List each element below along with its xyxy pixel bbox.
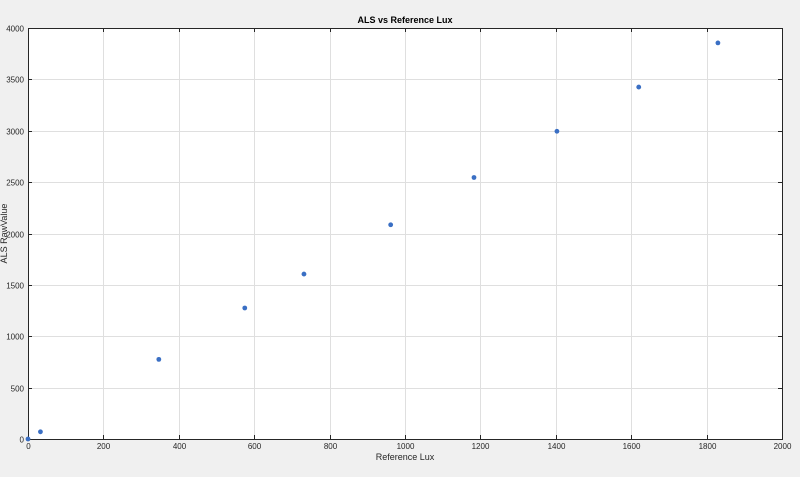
y-tick-label: 4000 xyxy=(6,25,24,34)
x-tick-label: 1600 xyxy=(623,442,641,451)
y-tick-label: 500 xyxy=(11,385,25,394)
y-tick-label: 3000 xyxy=(6,128,24,137)
data-point xyxy=(301,271,307,277)
x-tick-label: 1400 xyxy=(548,442,566,451)
x-tick-label: 800 xyxy=(324,442,338,451)
data-point xyxy=(471,175,477,180)
x-tick-label: 400 xyxy=(173,442,187,451)
x-tick-label: 2000 xyxy=(774,442,792,451)
figure-window: 0 200 400 600 800 1000 1200 1400 1600 1800 2000 0 50… xyxy=(0,0,800,477)
data-point xyxy=(38,429,43,435)
data-point xyxy=(636,84,642,90)
x-tick-label: 0 xyxy=(26,442,31,451)
y-tick-label: 3500 xyxy=(6,76,24,85)
x-axis-label: Reference Lux xyxy=(376,452,435,462)
y-tick-label: 2500 xyxy=(6,179,24,188)
data-point xyxy=(554,128,560,134)
data-point xyxy=(242,305,248,311)
x-tick-label: 200 xyxy=(97,442,111,451)
data-point xyxy=(25,436,31,442)
y-axis-label: ALS RawValue xyxy=(0,204,9,264)
data-point xyxy=(156,356,162,362)
y-tick-label: 1000 xyxy=(6,333,24,342)
y-tick-label: 0 xyxy=(20,436,25,445)
x-tick-label: 1000 xyxy=(397,442,415,451)
data-point xyxy=(388,222,394,228)
scatter-chart: 0 200 400 600 800 1000 1200 1400 1600 1800 2000 0 50… xyxy=(0,15,792,462)
y-tick-label: 1500 xyxy=(6,282,24,291)
chart-title: ALS vs Reference Lux xyxy=(357,15,452,25)
x-tick-label: 600 xyxy=(248,442,262,451)
x-tick-label: 1200 xyxy=(472,442,490,451)
x-tick-label: 1800 xyxy=(699,442,717,451)
data-point xyxy=(715,40,721,46)
